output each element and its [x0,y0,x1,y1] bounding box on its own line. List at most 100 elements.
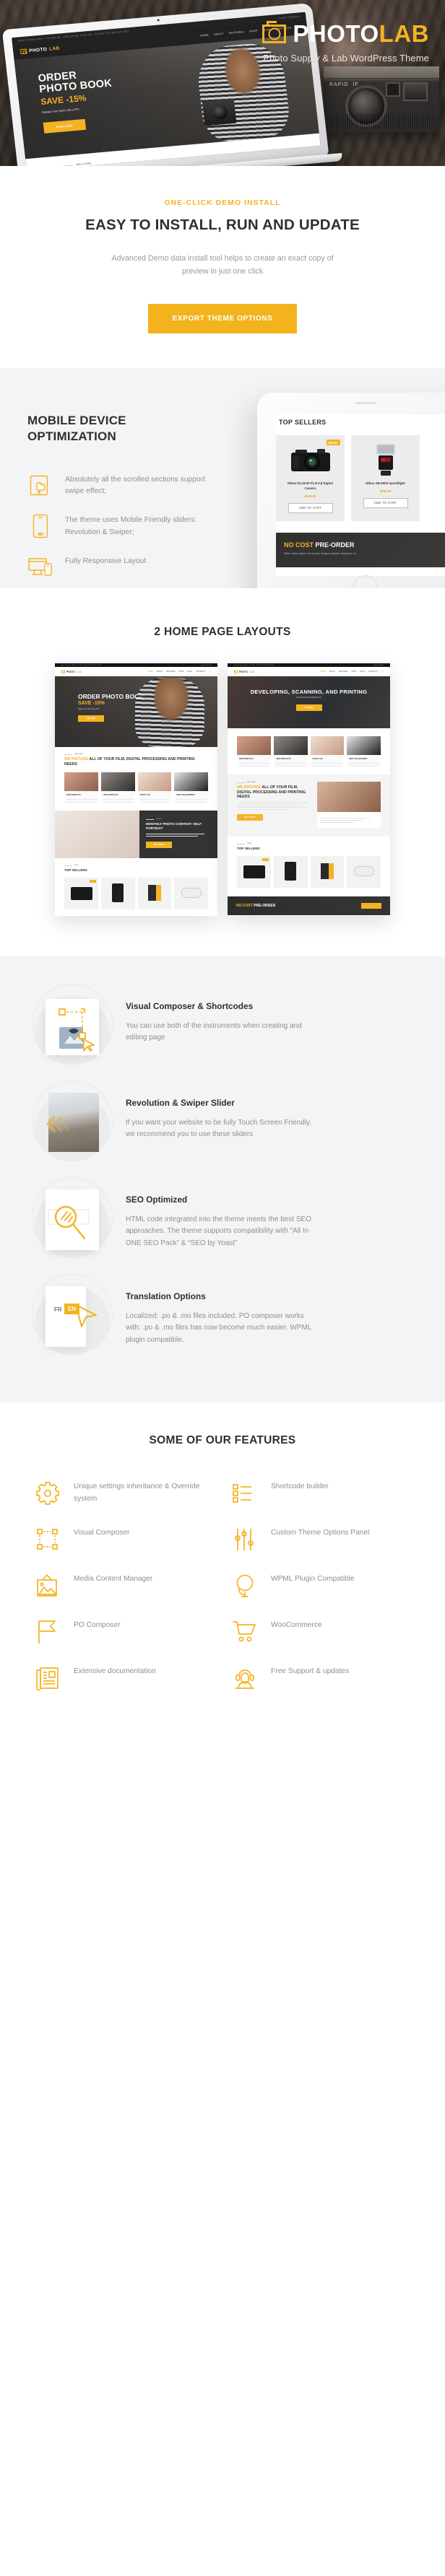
list-item: The theme uses Mobile Friendly sliders: … [27,514,217,538]
lang-fr-badge: FR [54,1306,62,1314]
shot2-banner-button [361,903,381,909]
shot2-about: WELCOME WE PROVIDE ALL OF YOUR FILM, DIG… [228,774,390,837]
shot1-topbar: Open 24 hours | Mon - Fri 9:00 - 18:00 |… [61,664,102,666]
features-title: SOME OF OUR FEATURES [149,1434,296,1447]
brand-name-lab: LAB [379,20,429,47]
product-price: $599.99 [379,489,392,493]
install-lead: Advanced Demo data install tool helps to… [111,254,334,276]
tablet-top-sellers-heading: TOP SELLERS [279,419,327,427]
shot1-service-card: PHOTO LAB [137,772,172,803]
list-item-label: Shortcode builder [271,1483,329,1491]
list-item-label: Unique settings inheritance & Override s… [74,1483,200,1503]
globe-icon [230,1571,259,1600]
home-layout-one-screenshot[interactable]: Open 24 hours | Mon - Fri 9:00 - 18:00 |… [55,663,217,917]
mobile-optimization-section: TOP SELLERS NEW! Nikon DL18-50 f/1.8-2.8… [0,368,445,589]
shot2-hero-sub: We Provide All Your Digital Needs [296,697,321,699]
shot2-topbar: Open 24 hours | Mon - Fri 9:00 - 18:00 |… [233,664,275,666]
theme-preview-page: RAPID IF Open 24 hours Mon - Fri 9:00 am… [0,0,445,2576]
list-item-label: Media Content Manager [74,1575,153,1584]
big-feature-desc: HTML code integrated into the theme meet… [126,1215,311,1247]
list-item: WooCommerce [230,1617,412,1646]
shot2-product [237,856,271,888]
shopping-cart-icon [230,1617,259,1646]
mock-nav-home[interactable]: HOME [200,34,209,38]
gear-icon [33,1479,62,1508]
mock-nav-shop[interactable]: SHOP [249,30,258,33]
banner-subtext: Etiam diam sapien, id mi quis, tempus se… [284,551,357,555]
shot1-service-card: USED PRODUCTS [100,772,135,803]
add-to-cart-button[interactable]: ADD TO CART [363,497,408,508]
add-to-cart-button[interactable]: ADD TO CART [288,502,333,513]
camera-logo-icon [61,670,65,673]
banner-rest: PRE-ORDER [315,541,355,549]
brand-tagline: Photo Supply & Lab WordPress Theme [263,53,429,64]
newspaper-icon [33,1664,62,1693]
shot1-hero-button: EXPLORE [78,715,104,722]
shot1-sellers-title: TOP SELLERS [64,868,87,873]
export-theme-options-button[interactable]: EXPORT THEME OPTIONS [147,304,298,334]
product-card[interactable]: Nikon SB-5000 Speedlight $599.99 ADD TO … [351,435,420,521]
list-item: WPML Plugin Compatible [230,1571,412,1600]
tablet-swipe-icon [27,473,55,498]
flag-icon [33,1617,62,1646]
camera-logo-icon [262,21,287,43]
hero-banner: RAPID IF Open 24 hours Mon - Fri 9:00 am… [0,0,445,166]
shot2-banner: NO COST PRE-ORDER [228,896,390,916]
features-section: SOME OF OUR FEATURES Unique settings inh… [0,1402,445,1732]
pre-order-banner: NO COST PRE-ORDER Etiam diam sapien, id … [276,533,445,567]
layouts-title: 2 HOME PAGE LAYOUTS [154,626,291,639]
responsive-devices-icon [27,555,55,580]
camera-logo-icon [234,670,238,673]
brand-name-photo: PHOTO [293,20,379,47]
product-name: Nikon DL18-50 f/1.8-2.8 Digital Camera [288,481,333,490]
list-item-label: Fully Responsive Layout [65,556,147,565]
shot1-topbar-right: Login | Register [200,664,212,666]
shot1-promo: ABOUT MONTHLY PHOTO CONTEST: SELF PORTRA… [55,811,217,859]
list-item: Media Content Manager [33,1571,215,1600]
shot2-sellers-title: TOP SELLERS [237,847,260,851]
shot2-hero: DEVELOPING, SCANNING, AND PRINTING We Pr… [228,676,390,729]
list-item-label: PO Composer [74,1621,121,1630]
banner-accent: NO COST [284,541,314,549]
shot2-product [347,856,381,888]
shot2-product [273,856,308,888]
media-image-icon [33,1571,62,1600]
product-price: $849.99 [304,494,316,498]
list-item-label: Absolutely all the scrolled sections sup… [65,475,206,496]
home-layouts-section: 2 HOME PAGE LAYOUTS Open 24 hours | Mon … [0,588,445,957]
slider-arrows-icon [32,1080,113,1162]
shot2-hero-title: DEVELOPING, SCANNING, AND PRINTING [250,689,368,696]
list-item: Custom Theme Options Panel [230,1525,412,1554]
mock-nav-features[interactable]: FEATURES [228,30,244,35]
list-item-label: WPML Plugin Compatible [271,1575,355,1584]
install-eyebrow: ONE-CLICK DEMO INSTALL [164,198,281,207]
mock-hero-camera-icon [202,98,237,126]
flash-speedlight-icon [357,442,414,477]
install-title: EASY TO INSTALL, RUN AND UPDATE [85,217,360,233]
tablet-home-button[interactable] [353,575,378,589]
big-feature-title: SEO Optimized [126,1195,188,1205]
shot2-sellers: SHOP TOP SELLERS [228,837,390,897]
mock-logo[interactable]: PHOTO LAB [20,45,60,54]
new-badge: NEW! [326,440,340,446]
brand-block: PHOTOLAB Photo Supply & Lab WordPress Th… [262,20,429,64]
magnifier-seo-icon [32,1177,113,1259]
mock-logo-text-2: LAB [48,45,61,52]
home-layout-two-screenshot[interactable]: Open 24 hours | Mon - Fri 9:00 - 18:00 |… [228,663,390,917]
product-card[interactable]: NEW! Nikon DL18-50 f/1.8-2.8 Digital Cam… [276,435,345,521]
shot2-topbar-right: Login | Register [373,664,384,666]
list-item: Free Support & updates [230,1664,412,1693]
cart-icon: 🛒 [381,671,384,673]
list-item: Visual Composer [33,1525,215,1554]
shot2-about-heading: WE PROVIDE ALL OF YOUR FILM, DIGITAL PRO… [237,785,306,800]
shot1-hero: ORDER PHOTO BOOK SAVE -15% Display Your … [55,676,217,748]
smartphone-icon [27,514,55,538]
shot1-welcome-heading: WE PROVIDE ALL OF YOUR FILM, DIGITAL PRO… [64,757,195,767]
camera-body-icon [282,442,339,477]
shot1-logo: PHOTO LAB [61,670,82,673]
big-feature-row: SEO Optimized HTML code integrated into … [0,1177,445,1259]
mock-hero-button[interactable]: EXPLORE [43,118,87,134]
shortcode-list-icon [230,1479,259,1508]
big-feature-title: Visual Composer & Shortcodes [126,1001,254,1012]
mock-nav-about[interactable]: ABOUT [214,32,224,36]
